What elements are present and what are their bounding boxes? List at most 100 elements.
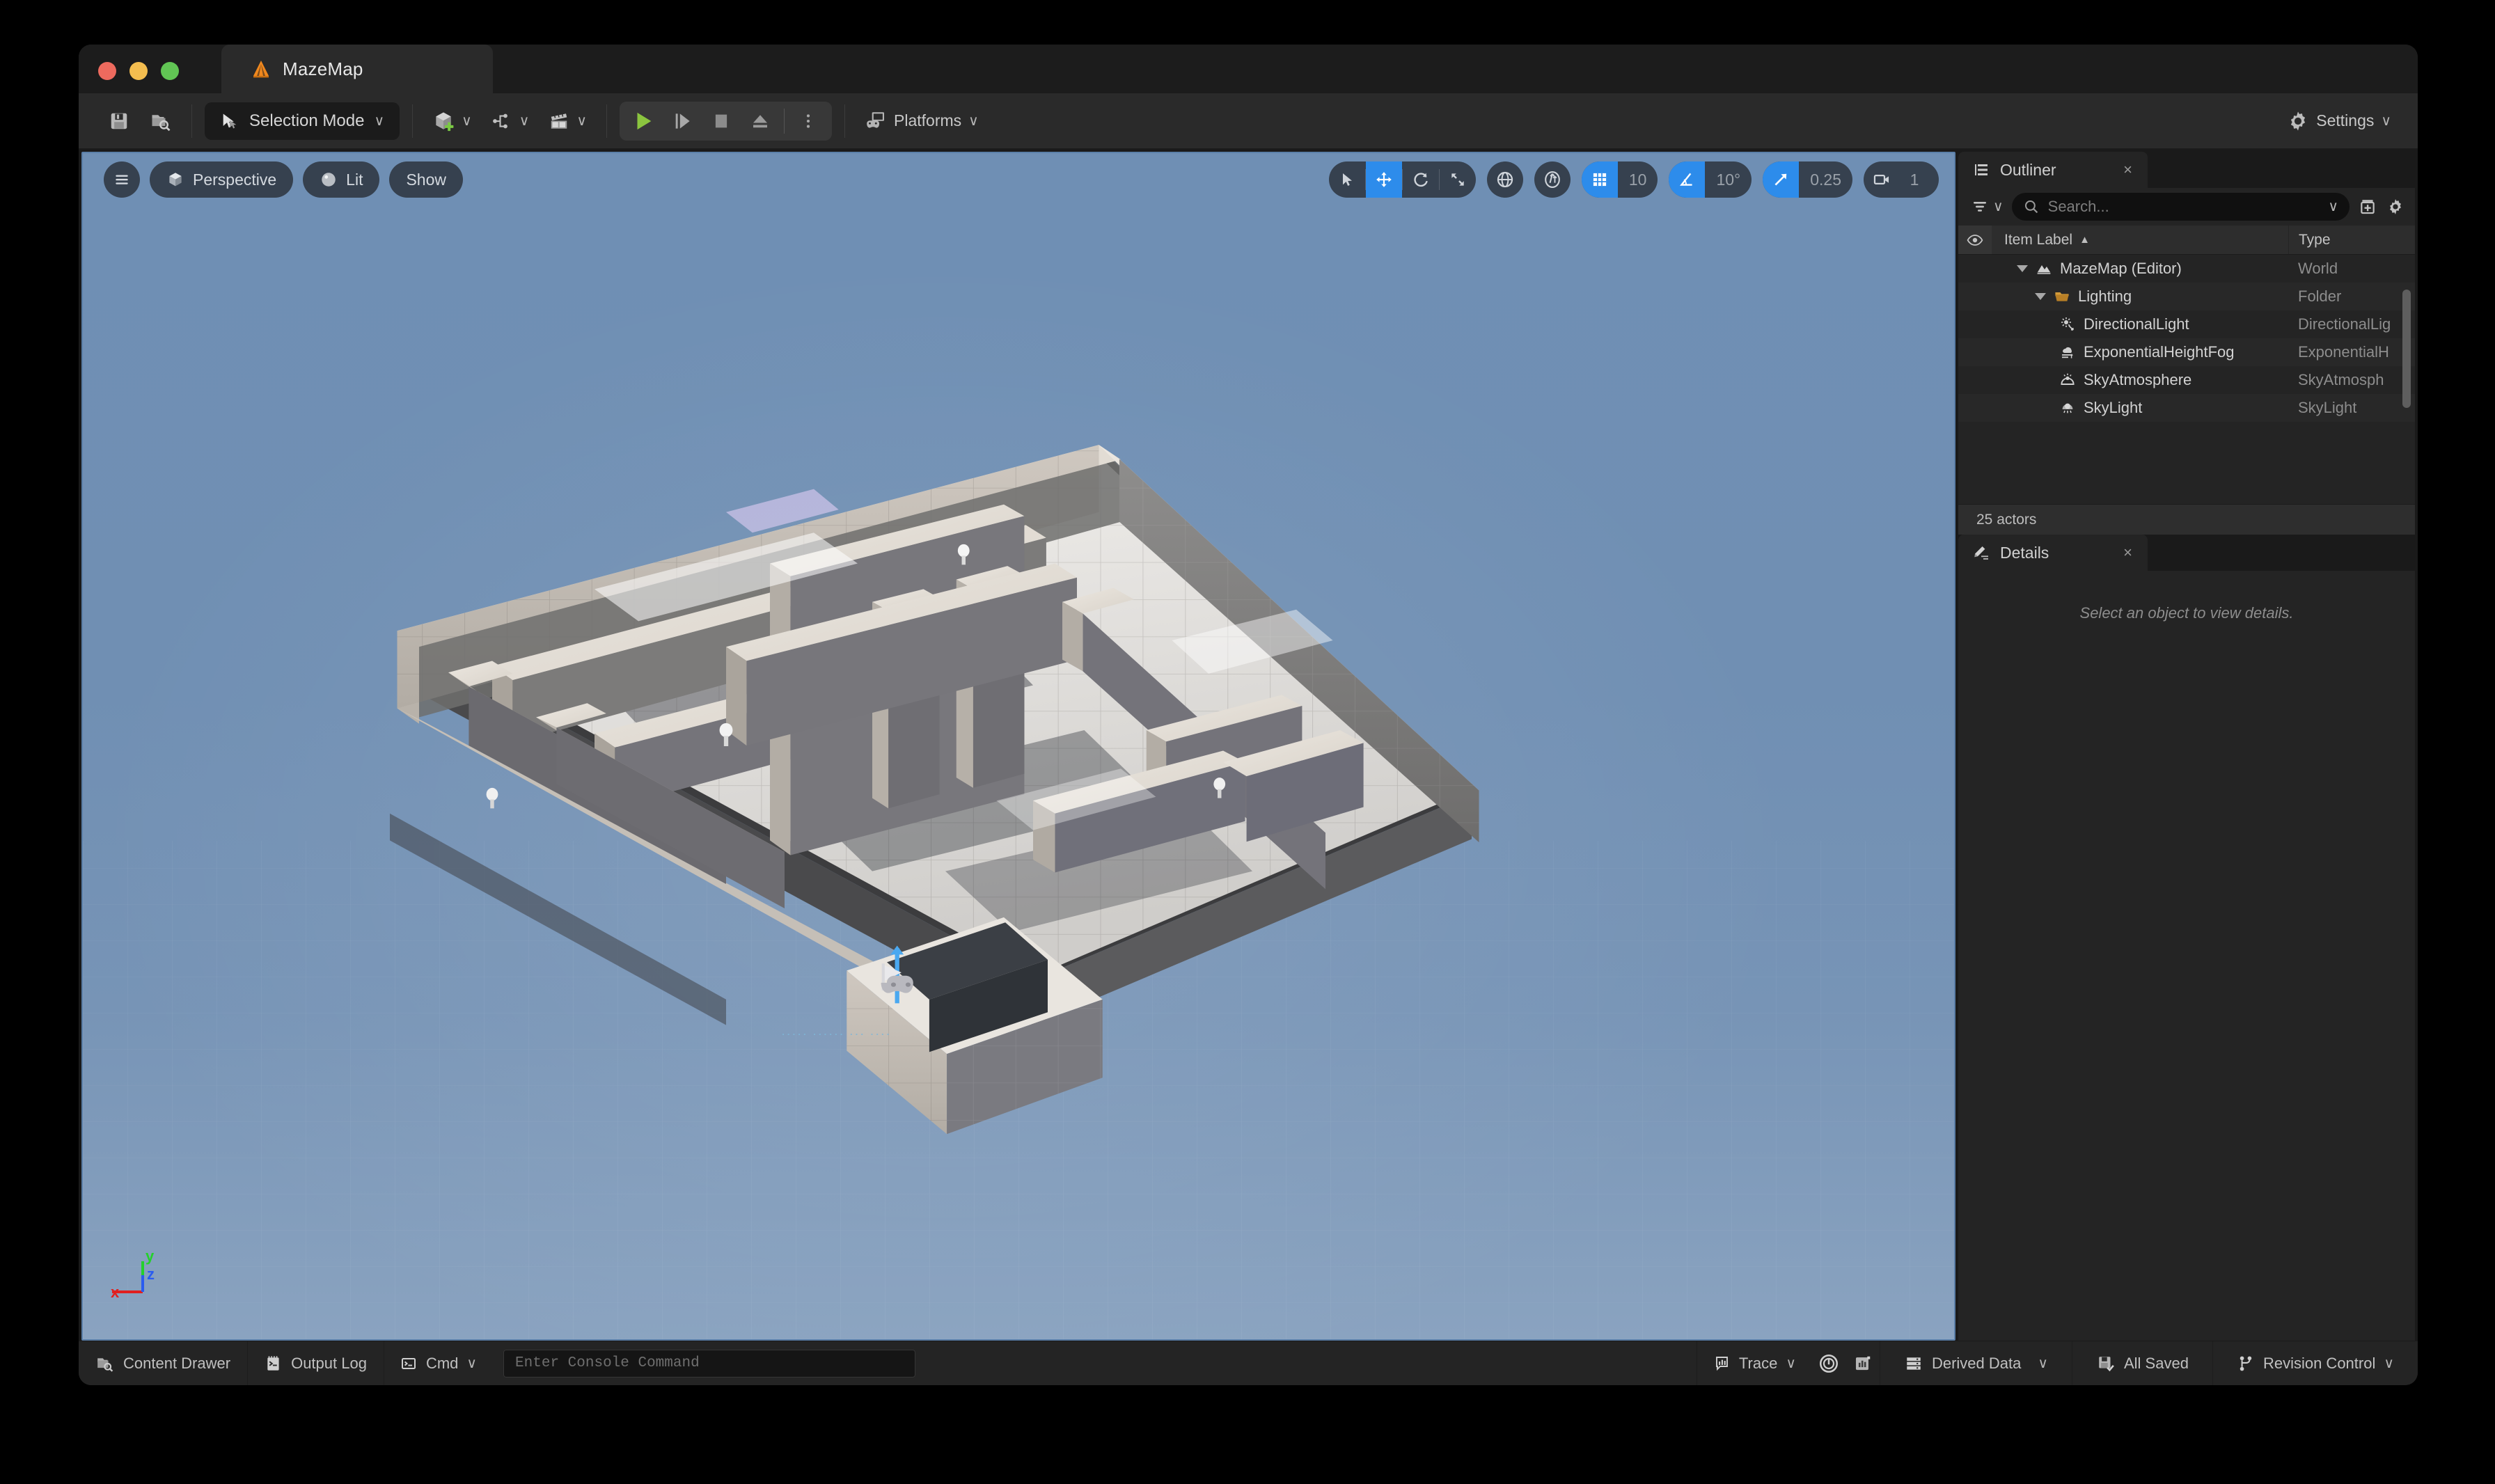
settings-button[interactable]: Settings ∨ — [2280, 103, 2398, 139]
move-tool-button[interactable] — [1366, 161, 1402, 198]
viewport-3d-scene[interactable]: ····· ······ ··· ···· — [83, 153, 1954, 1339]
viewport-lighting-label: Lit — [346, 171, 363, 189]
all-saved-button[interactable]: All Saved — [2072, 1341, 2212, 1385]
column-type-header[interactable]: Type — [2288, 226, 2415, 254]
browse-content-button[interactable] — [143, 103, 179, 139]
outliner-row-lighting[interactable]: Lighting Folder — [1958, 283, 2415, 310]
globe-world-icon-wrap[interactable] — [1487, 161, 1523, 198]
select-tool-button[interactable] — [1329, 161, 1365, 198]
scale-snap-toggle[interactable] — [1763, 161, 1799, 198]
folder-search-icon — [150, 111, 171, 132]
derived-data-dropdown[interactable]: Derived Data ∨ — [1880, 1341, 2072, 1385]
camera-speed-control[interactable]: 1 — [1864, 161, 1939, 198]
row-name-cell: ExponentialHeightFog — [1992, 343, 2288, 361]
viewport-perspective-label: Perspective — [193, 171, 276, 189]
chevron-down-icon: ∨ — [519, 114, 530, 128]
column-visibility-header[interactable] — [1958, 226, 1992, 254]
scale-snap-control[interactable]: 0.25 — [1763, 161, 1852, 198]
chevron-down-icon: ∨ — [2038, 1357, 2048, 1371]
tab-details[interactable]: Details × — [1958, 535, 2148, 571]
viewport-menu-button[interactable] — [104, 161, 140, 198]
hamburger-menu-icon — [113, 171, 131, 189]
outliner-row-directionallight[interactable]: DirectionalLight DirectionalLig — [1958, 310, 2415, 338]
angle-snap-value[interactable]: 10° — [1705, 161, 1752, 198]
outliner-row-exponentialheightfog[interactable]: ExponentialHeightFog ExponentialH — [1958, 338, 2415, 366]
chevron-down-icon: ∨ — [2381, 114, 2391, 128]
console-command-input[interactable]: Enter Console Command — [503, 1350, 915, 1378]
close-icon[interactable]: × — [2123, 545, 2132, 560]
outliner-add-item-button[interactable] — [2358, 198, 2377, 216]
trace-dropdown[interactable]: Trace ∨ — [1697, 1341, 1811, 1385]
grid-snap-control[interactable]: 10 — [1582, 161, 1658, 198]
grid-snap-toggle[interactable] — [1582, 161, 1618, 198]
close-window-button[interactable] — [98, 62, 116, 80]
blueprints-button[interactable]: ∨ — [485, 103, 537, 139]
viewport-perspective-dropdown[interactable]: Perspective — [150, 161, 293, 198]
add-actor-button[interactable]: ∨ — [425, 103, 479, 139]
selection-mode-dropdown[interactable]: Selection Mode ∨ — [205, 102, 400, 140]
performance-button[interactable] — [1811, 1341, 1846, 1385]
surface-snap-button[interactable] — [1534, 161, 1571, 198]
level-viewport[interactable]: ····· ······ ··· ···· — [81, 152, 1955, 1341]
minimize-window-button[interactable] — [129, 62, 148, 80]
expand-triangle-icon[interactable] — [2035, 293, 2046, 300]
row-name-cell: Lighting — [1992, 287, 2288, 306]
outliner-tree[interactable]: MazeMap (Editor) World Lighting — [1958, 255, 2415, 504]
outliner-filter-button[interactable]: ∨ — [1971, 198, 2004, 215]
save-button[interactable] — [101, 103, 137, 139]
globe-world-icon — [1495, 170, 1515, 189]
revision-control-dropdown[interactable]: Revision Control ∨ — [2213, 1341, 2418, 1385]
snapshot-button[interactable] — [1846, 1341, 1880, 1385]
stop-button[interactable] — [702, 104, 741, 138]
coordinate-system-button[interactable] — [1487, 161, 1523, 198]
toolbar-divider — [606, 104, 607, 138]
angle-snap-control[interactable]: 10° — [1669, 161, 1752, 198]
output-log-button[interactable]: Output Log — [248, 1341, 384, 1385]
grid-snap-value[interactable]: 10 — [1618, 161, 1658, 198]
outliner-search-row: ∨ Search... ∨ — [1958, 188, 2415, 226]
outliner-row-skyatmosphere[interactable]: SkyAtmosphere SkyAtmosph — [1958, 366, 2415, 394]
eject-icon — [750, 111, 771, 132]
window-tab[interactable]: MazeMap — [221, 45, 493, 93]
settings-label: Settings — [2316, 111, 2374, 130]
outliner-scrollbar[interactable] — [2402, 290, 2411, 408]
angle-snap-toggle[interactable] — [1669, 161, 1705, 198]
chevron-down-icon[interactable]: ∨ — [2328, 200, 2338, 214]
trace-label: Trace — [1739, 1355, 1777, 1373]
expand-triangle-icon[interactable] — [2017, 265, 2028, 272]
search-placeholder: Search... — [2048, 198, 2320, 216]
camera-speed-icon-wrap[interactable] — [1864, 161, 1900, 198]
skip-frame-button[interactable] — [663, 104, 702, 138]
close-icon[interactable]: × — [2123, 162, 2132, 177]
console-prompt-icon — [400, 1355, 418, 1372]
rotate-tool-button[interactable] — [1403, 161, 1439, 198]
outliner-settings-button[interactable] — [2386, 198, 2405, 216]
viewport-show-label: Show — [406, 171, 446, 189]
outliner-search-input[interactable]: Search... ∨ — [2012, 193, 2350, 221]
viewport-lighting-dropdown[interactable]: Lit — [303, 161, 379, 198]
camera-speed-value[interactable]: 1 — [1900, 161, 1939, 198]
cmd-dropdown[interactable]: Cmd ∨ — [384, 1341, 492, 1385]
stop-square-icon — [711, 111, 732, 132]
content-drawer-button[interactable]: Content Drawer — [79, 1341, 248, 1385]
play-options-button[interactable] — [789, 104, 828, 138]
maximize-window-button[interactable] — [161, 62, 179, 80]
play-button[interactable] — [624, 104, 663, 138]
chevron-down-icon: ∨ — [466, 1357, 477, 1371]
tab-outliner[interactable]: Outliner × — [1958, 152, 2148, 188]
row-label: MazeMap (Editor) — [2060, 260, 2182, 278]
trace-group: Trace ∨ — [1697, 1341, 1880, 1385]
column-item-label-header[interactable]: Item Label ▲ — [1992, 226, 2288, 254]
outliner-row-skylight[interactable]: SkyLight SkyLight — [1958, 394, 2415, 422]
scale-snap-value[interactable]: 0.25 — [1799, 161, 1852, 198]
play-controls-group — [620, 102, 832, 141]
surface-snap-icon-wrap[interactable] — [1534, 161, 1571, 198]
viewport-show-dropdown[interactable]: Show — [389, 161, 463, 198]
chevron-down-icon: ∨ — [462, 114, 472, 128]
cinematics-button[interactable]: ∨ — [542, 103, 594, 139]
scale-tool-button[interactable] — [1440, 161, 1476, 198]
eject-button[interactable] — [741, 104, 780, 138]
outliner-row-mazemap[interactable]: MazeMap (Editor) World — [1958, 255, 2415, 283]
gear-icon — [2287, 110, 2309, 132]
platforms-button[interactable]: Platforms ∨ — [858, 103, 986, 139]
